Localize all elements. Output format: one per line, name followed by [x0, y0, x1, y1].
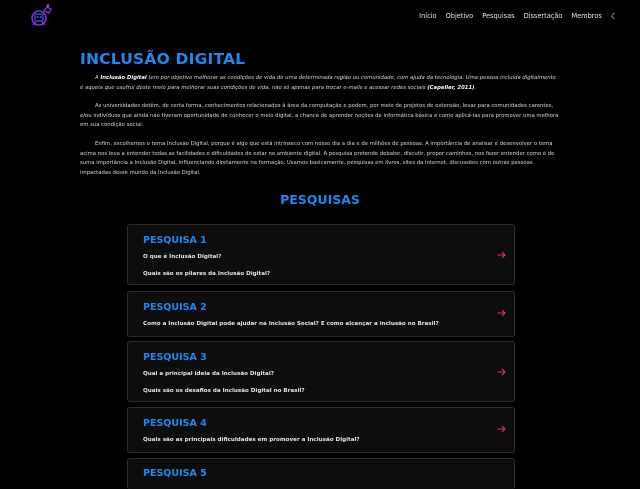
moon-icon[interactable]: ☾ — [611, 12, 618, 21]
p1-citation: (Capeller, 2011) — [427, 84, 475, 91]
card-title: PESQUISA 1 — [143, 235, 207, 246]
card-title: PESQUISA 3 — [143, 352, 207, 363]
card-title: PESQUISA 5 — [143, 468, 207, 479]
p1-text-e: . — [474, 84, 477, 91]
p1-bold-term: Inclusão Digital — [100, 75, 147, 81]
card-question: Como a Inclusão Digital pode ajudar na I… — [143, 321, 439, 327]
research-card-5[interactable]: PESQUISA 5 — [127, 458, 515, 489]
research-card-4[interactable]: PESQUISA 4 Quais são as principais dific… — [127, 407, 515, 453]
intro-paragraph-3: Enfim, escolhemos o tema Inclusão Digita… — [80, 140, 555, 176]
card-question: Qual a principal ideia da Inclusão Digit… — [143, 371, 274, 377]
nav-dissertacao[interactable]: Dissertação — [524, 12, 563, 20]
intro-paragraph-2: As universidades detêm, de certa forma, … — [80, 103, 559, 129]
card-question: O que é Inclusão Digital? — [143, 254, 222, 260]
navbar: Início Objetivo Pesquisas Dissertação Me… — [0, 0, 640, 32]
card-title: PESQUISA 4 — [143, 418, 207, 429]
arrow-right-icon[interactable] — [497, 309, 506, 317]
card-title: PESQUISA 2 — [143, 302, 207, 313]
intro-section: INCLUSÃO DIGITAL A Inclusão Digital tem … — [80, 50, 560, 187]
nav-membros[interactable]: Membros — [571, 12, 601, 20]
card-question: Quais são os desafios da Inclusão Digita… — [143, 388, 305, 394]
card-question: Quais são os pilares da Inclusão Digital… — [143, 271, 271, 277]
research-card-3[interactable]: PESQUISA 3 Qual a principal ideia da Inc… — [127, 341, 515, 402]
nav-objetivo[interactable]: Objetivo — [446, 12, 474, 20]
nav-pesquisas[interactable]: Pesquisas — [482, 12, 514, 20]
research-section-title: PESQUISAS — [280, 192, 360, 207]
research-card-2[interactable]: PESQUISA 2 Como a Inclusão Digital pode … — [127, 291, 515, 337]
arrow-right-icon[interactable] — [497, 251, 506, 259]
nav-inicio[interactable]: Início — [419, 12, 436, 20]
research-card-1[interactable]: PESQUISA 1 O que é Inclusão Digital? Qua… — [127, 224, 515, 285]
intro-paragraph-1: A Inclusão Digital tem por objetivo melh… — [80, 74, 560, 93]
robot-logo-icon[interactable] — [30, 3, 54, 29]
arrow-right-icon[interactable] — [497, 425, 506, 433]
page-title: INCLUSÃO DIGITAL — [80, 50, 246, 68]
nav-links: Início Objetivo Pesquisas Dissertação Me… — [419, 0, 618, 32]
card-question: Quais são as principais dificuldades em … — [143, 437, 360, 443]
p1-text-c: tem por objetivo melhorar as condições d… — [80, 75, 556, 91]
arrow-right-icon[interactable] — [497, 368, 506, 376]
